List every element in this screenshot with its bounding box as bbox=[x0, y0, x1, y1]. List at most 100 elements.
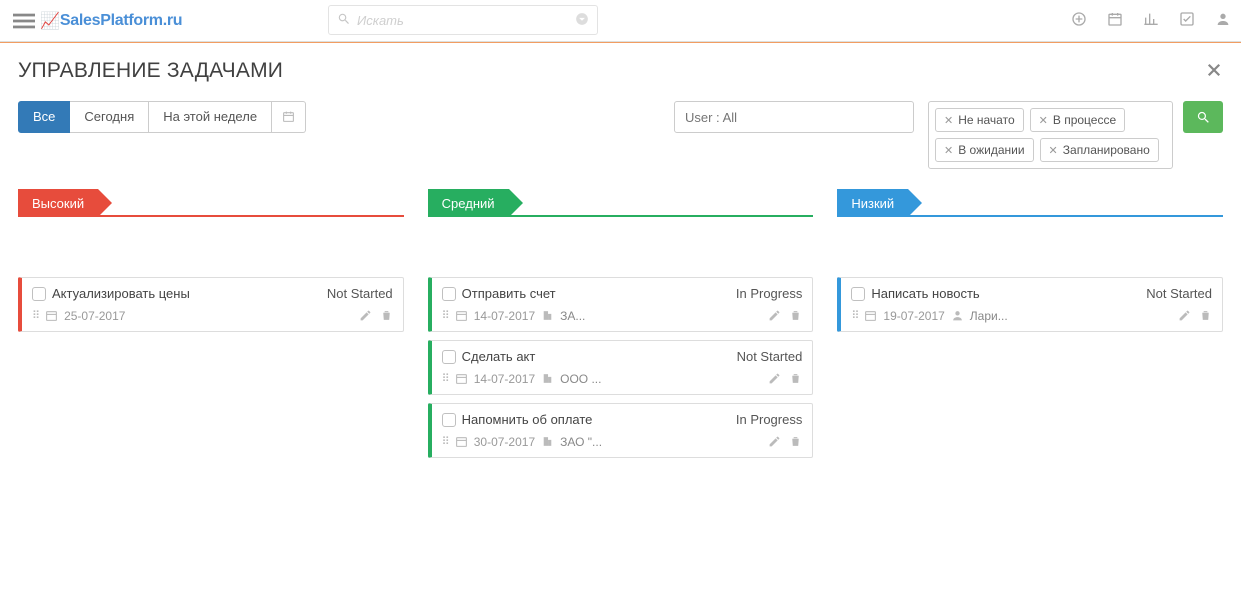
filter-all[interactable]: Все bbox=[18, 101, 70, 133]
remove-icon[interactable]: ✕ bbox=[944, 114, 953, 127]
chevron-down-icon[interactable] bbox=[575, 12, 589, 29]
card-list: Актуализировать цены Not Started ⠿ 25-07… bbox=[18, 277, 404, 332]
drag-handle-icon[interactable]: ⠿ bbox=[442, 439, 449, 446]
close-button[interactable] bbox=[1205, 61, 1223, 82]
tag-not-started[interactable]: ✕Не начато bbox=[935, 108, 1024, 132]
page-header: УПРАВЛЕНИЕ ЗАДАЧАМИ bbox=[0, 43, 1241, 93]
calendar-icon bbox=[455, 309, 468, 323]
task-date: 14-07-2017 bbox=[474, 309, 535, 323]
column-header: Низкий bbox=[837, 189, 1223, 217]
drag-handle-icon[interactable]: ⠿ bbox=[442, 376, 449, 383]
task-card[interactable]: Напомнить об оплате In Progress ⠿ 30-07-… bbox=[428, 403, 814, 458]
task-checkbox[interactable] bbox=[851, 287, 865, 301]
task-extra: ЗАО "... bbox=[560, 435, 602, 449]
trash-icon[interactable] bbox=[380, 309, 393, 323]
task-extra: ЗА... bbox=[560, 309, 585, 323]
column-label: Высокий bbox=[18, 189, 98, 217]
search-icon bbox=[337, 12, 351, 29]
task-card[interactable]: Отправить счет In Progress ⠿ 14-07-2017 … bbox=[428, 277, 814, 332]
filter-calendar[interactable] bbox=[272, 101, 306, 133]
task-title: Отправить счет bbox=[462, 286, 556, 301]
task-checkbox[interactable] bbox=[442, 413, 456, 427]
calendar-icon bbox=[282, 109, 295, 124]
hamburger-menu[interactable] bbox=[10, 7, 38, 35]
edit-icon[interactable] bbox=[768, 309, 781, 323]
person-icon bbox=[951, 309, 964, 323]
drag-handle-icon[interactable]: ⠿ bbox=[851, 313, 858, 320]
logo-text: SalesPlatform.ru bbox=[60, 12, 182, 30]
chart-icon[interactable] bbox=[1143, 11, 1159, 30]
card-list: Написать новость Not Started ⠿ 19-07-201… bbox=[837, 277, 1223, 332]
add-icon[interactable] bbox=[1071, 11, 1087, 30]
task-extra: Лари... bbox=[970, 309, 1008, 323]
task-checkbox[interactable] bbox=[442, 350, 456, 364]
edit-icon[interactable] bbox=[768, 435, 781, 449]
task-card[interactable]: Сделать акт Not Started ⠿ 14-07-2017 ООО… bbox=[428, 340, 814, 395]
tag-waiting[interactable]: ✕В ожидании bbox=[935, 138, 1034, 162]
drag-handle-icon[interactable]: ⠿ bbox=[32, 313, 39, 320]
global-search-input[interactable] bbox=[357, 13, 575, 28]
task-status: Not Started bbox=[327, 286, 393, 301]
calendar-icon bbox=[45, 309, 58, 323]
edit-icon[interactable] bbox=[1178, 309, 1191, 323]
search-button[interactable] bbox=[1183, 101, 1223, 133]
task-date: 19-07-2017 bbox=[883, 309, 944, 323]
global-search[interactable] bbox=[328, 5, 598, 35]
top-bar: 📈 SalesPlatform.ru bbox=[0, 0, 1241, 42]
close-icon bbox=[1205, 61, 1223, 79]
trash-icon[interactable] bbox=[789, 435, 802, 449]
period-filter: Все Сегодня На этой неделе bbox=[18, 101, 306, 133]
calendar-icon bbox=[455, 435, 468, 449]
building-icon bbox=[541, 309, 554, 323]
task-status: In Progress bbox=[736, 412, 802, 427]
task-card[interactable]: Написать новость Not Started ⠿ 19-07-201… bbox=[837, 277, 1223, 332]
calendar-icon bbox=[864, 309, 877, 323]
tag-in-progress[interactable]: ✕В процессе bbox=[1030, 108, 1126, 132]
remove-icon[interactable]: ✕ bbox=[944, 144, 953, 157]
task-date: 30-07-2017 bbox=[474, 435, 535, 449]
edit-icon[interactable] bbox=[768, 372, 781, 386]
column-high: Высокий Актуализировать цены Not Started… bbox=[18, 189, 404, 458]
drag-handle-icon[interactable]: ⠿ bbox=[442, 313, 449, 320]
task-extra: ООО ... bbox=[560, 372, 601, 386]
calendar-icon[interactable] bbox=[1107, 11, 1123, 30]
task-title: Напомнить об оплате bbox=[462, 412, 593, 427]
card-list: Отправить счет In Progress ⠿ 14-07-2017 … bbox=[428, 277, 814, 458]
trash-icon[interactable] bbox=[789, 309, 802, 323]
edit-icon[interactable] bbox=[359, 309, 372, 323]
task-date: 25-07-2017 bbox=[64, 309, 125, 323]
logo[interactable]: 📈 SalesPlatform.ru bbox=[40, 11, 182, 31]
search-icon bbox=[1196, 110, 1211, 125]
tag-planned[interactable]: ✕Запланировано bbox=[1040, 138, 1159, 162]
task-checkbox[interactable] bbox=[32, 287, 46, 301]
task-card[interactable]: Актуализировать цены Not Started ⠿ 25-07… bbox=[18, 277, 404, 332]
user-filter-input[interactable] bbox=[674, 101, 914, 133]
filter-row: Все Сегодня На этой неделе ✕Не начато ✕В… bbox=[0, 93, 1241, 169]
task-title: Сделать акт bbox=[462, 349, 536, 364]
trash-icon[interactable] bbox=[1199, 309, 1212, 323]
task-date: 14-07-2017 bbox=[474, 372, 535, 386]
task-checkbox[interactable] bbox=[442, 287, 456, 301]
remove-icon[interactable]: ✕ bbox=[1049, 144, 1058, 157]
page-title: УПРАВЛЕНИЕ ЗАДАЧАМИ bbox=[18, 59, 283, 83]
filter-today[interactable]: Сегодня bbox=[70, 101, 149, 133]
remove-icon[interactable]: ✕ bbox=[1039, 114, 1048, 127]
filter-thisweek[interactable]: На этой неделе bbox=[149, 101, 272, 133]
task-status: Not Started bbox=[737, 349, 803, 364]
task-title: Написать новость bbox=[871, 286, 979, 301]
menu-icon bbox=[13, 10, 35, 32]
logo-icon: 📈 bbox=[40, 11, 60, 31]
check-icon[interactable] bbox=[1179, 11, 1195, 30]
column-label: Низкий bbox=[837, 189, 908, 217]
building-icon bbox=[541, 372, 554, 386]
status-tags: ✕Не начато ✕В процессе ✕В ожидании ✕Запл… bbox=[928, 101, 1173, 169]
trash-icon[interactable] bbox=[789, 372, 802, 386]
column-low: Низкий Написать новость Not Started ⠿ 19… bbox=[837, 189, 1223, 458]
task-status: In Progress bbox=[736, 286, 802, 301]
task-status: Not Started bbox=[1146, 286, 1212, 301]
task-title: Актуализировать цены bbox=[52, 286, 190, 301]
user-icon[interactable] bbox=[1215, 11, 1231, 30]
building-icon bbox=[541, 435, 554, 449]
column-label: Средний bbox=[428, 189, 509, 217]
top-right-icons bbox=[1071, 11, 1231, 30]
